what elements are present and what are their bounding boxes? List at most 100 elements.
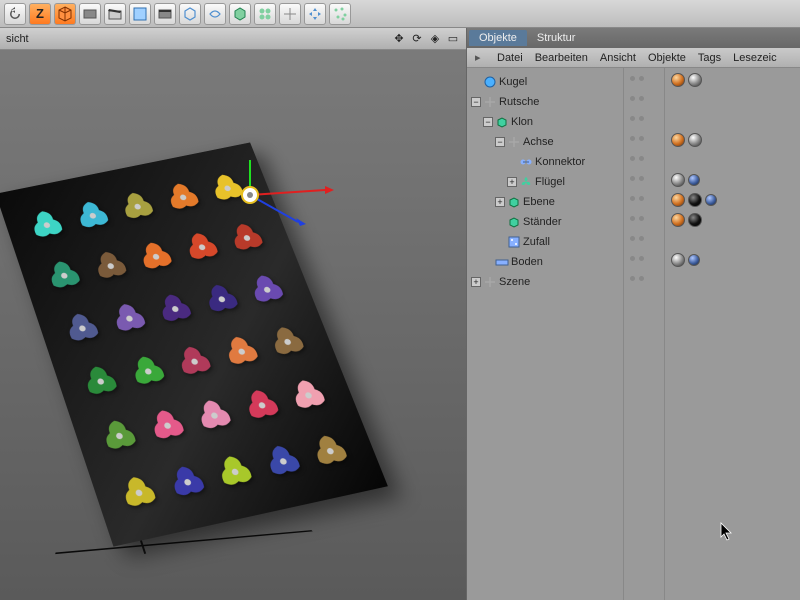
expand-toggle[interactable]: + [495, 197, 505, 207]
visibility-dots[interactable] [624, 88, 664, 108]
tree-row[interactable]: − Achse [469, 132, 621, 152]
tree-row[interactable]: Zufall [469, 232, 621, 252]
tab-struktur[interactable]: Struktur [527, 30, 586, 46]
expand-toggle[interactable]: + [471, 277, 481, 287]
tags-column [665, 68, 800, 600]
particles-button[interactable] [329, 3, 351, 25]
tool-button-2[interactable] [129, 3, 151, 25]
tag-row [667, 190, 798, 210]
menu-ansicht[interactable]: Ansicht [600, 52, 636, 64]
object-label: Ebene [523, 196, 555, 208]
frame-icon[interactable]: ▭ [446, 32, 460, 46]
menu-datei[interactable]: Datei [497, 52, 523, 64]
material-tag[interactable] [688, 193, 702, 207]
tree-row[interactable]: +Flügel [469, 172, 621, 192]
tool-button-4[interactable] [279, 3, 301, 25]
zoom-icon[interactable]: ◈ [428, 32, 442, 46]
material-tag[interactable] [688, 73, 702, 87]
deform-button[interactable] [204, 3, 226, 25]
view-label: sicht [6, 33, 29, 45]
visibility-dots[interactable] [624, 248, 664, 268]
expand-button[interactable] [304, 3, 326, 25]
undo-button[interactable] [4, 3, 26, 25]
tree-row[interactable]: Ständer [469, 212, 621, 232]
visibility-dots[interactable] [624, 128, 664, 148]
object-label: Konnektor [535, 156, 585, 168]
viewport-scene[interactable] [0, 50, 466, 600]
array-cube-button[interactable] [229, 3, 251, 25]
material-tag[interactable] [705, 194, 717, 206]
menu-bearbeiten[interactable]: Bearbeiten [535, 52, 588, 64]
material-tag[interactable] [671, 213, 685, 227]
material-tag[interactable] [671, 193, 685, 207]
menu-lesezeichen[interactable]: Lesezeic [733, 52, 776, 64]
tag-row [667, 170, 798, 190]
visibility-dots[interactable] [624, 148, 664, 168]
move-icon[interactable]: ✥ [392, 32, 406, 46]
material-tag[interactable] [671, 133, 685, 147]
expand-toggle[interactable]: − [471, 97, 481, 107]
expand-toggle[interactable]: − [483, 117, 493, 127]
tag-row [667, 90, 798, 110]
object-label: Klon [511, 116, 533, 128]
object-tree[interactable]: Kugel−Rutsche−Klon−AchseKonnektor+Flügel… [467, 68, 623, 600]
visibility-dots[interactable] [624, 68, 664, 88]
material-tag[interactable] [671, 173, 685, 187]
panel-menu: ▸ Datei Bearbeiten Ansicht Objekte Tags … [467, 48, 800, 68]
tag-row [667, 250, 798, 270]
axis-gizmo[interactable] [220, 160, 340, 260]
object-label: Szene [499, 276, 530, 288]
tree-row[interactable]: Boden [469, 252, 621, 272]
visibility-dots[interactable] [624, 228, 664, 248]
main-toolbar: Z [0, 0, 800, 28]
visibility-dots[interactable] [624, 168, 664, 188]
tag-row [667, 110, 798, 130]
tag-row [667, 150, 798, 170]
menu-tags[interactable]: Tags [698, 52, 721, 64]
viewport-header: sicht ✥ ⟳ ◈ ▭ [0, 28, 466, 50]
material-tag[interactable] [671, 253, 685, 267]
object-label: Boden [511, 256, 543, 268]
clapper-button[interactable] [104, 3, 126, 25]
material-tag[interactable] [688, 174, 700, 186]
visibility-column [623, 68, 665, 600]
panel-tabs: Objekte Struktur [467, 28, 800, 48]
material-tag[interactable] [671, 73, 685, 87]
menu-arrow-icon[interactable]: ▸ [475, 51, 485, 64]
tree-row[interactable]: Konnektor [469, 152, 621, 172]
visibility-dots[interactable] [624, 188, 664, 208]
stand-base [55, 530, 312, 554]
tree-row[interactable]: + Szene [469, 272, 621, 292]
tree-row[interactable]: − Klon [469, 112, 621, 132]
material-tag[interactable] [688, 254, 700, 266]
tool-button[interactable] [79, 3, 101, 25]
object-label: Kugel [499, 76, 527, 88]
tool-button-3[interactable] [154, 3, 176, 25]
visibility-dots[interactable] [624, 268, 664, 288]
z-axis-button[interactable]: Z [29, 3, 51, 25]
tag-row [667, 130, 798, 150]
expand-toggle[interactable]: − [495, 137, 505, 147]
wireframe-cube-button[interactable] [179, 3, 201, 25]
tree-row[interactable]: −Rutsche [469, 92, 621, 112]
object-label: Ständer [523, 216, 562, 228]
tree-row[interactable]: Kugel [469, 72, 621, 92]
object-label: Achse [523, 136, 554, 148]
material-tag[interactable] [688, 133, 702, 147]
tag-row [667, 210, 798, 230]
tag-row [667, 230, 798, 250]
expand-toggle[interactable]: + [507, 177, 517, 187]
rotate-icon[interactable]: ⟳ [410, 32, 424, 46]
cube-tool-button[interactable] [54, 3, 76, 25]
tag-row [667, 270, 798, 290]
tab-objekte[interactable]: Objekte [469, 30, 527, 46]
visibility-dots[interactable] [624, 108, 664, 128]
mouse-cursor [720, 522, 736, 542]
viewport[interactable]: sicht ✥ ⟳ ◈ ▭ [0, 28, 466, 600]
object-label: Zufall [523, 236, 550, 248]
menu-objekte[interactable]: Objekte [648, 52, 686, 64]
tree-row[interactable]: + Ebene [469, 192, 621, 212]
cluster-button[interactable] [254, 3, 276, 25]
visibility-dots[interactable] [624, 208, 664, 228]
material-tag[interactable] [688, 213, 702, 227]
